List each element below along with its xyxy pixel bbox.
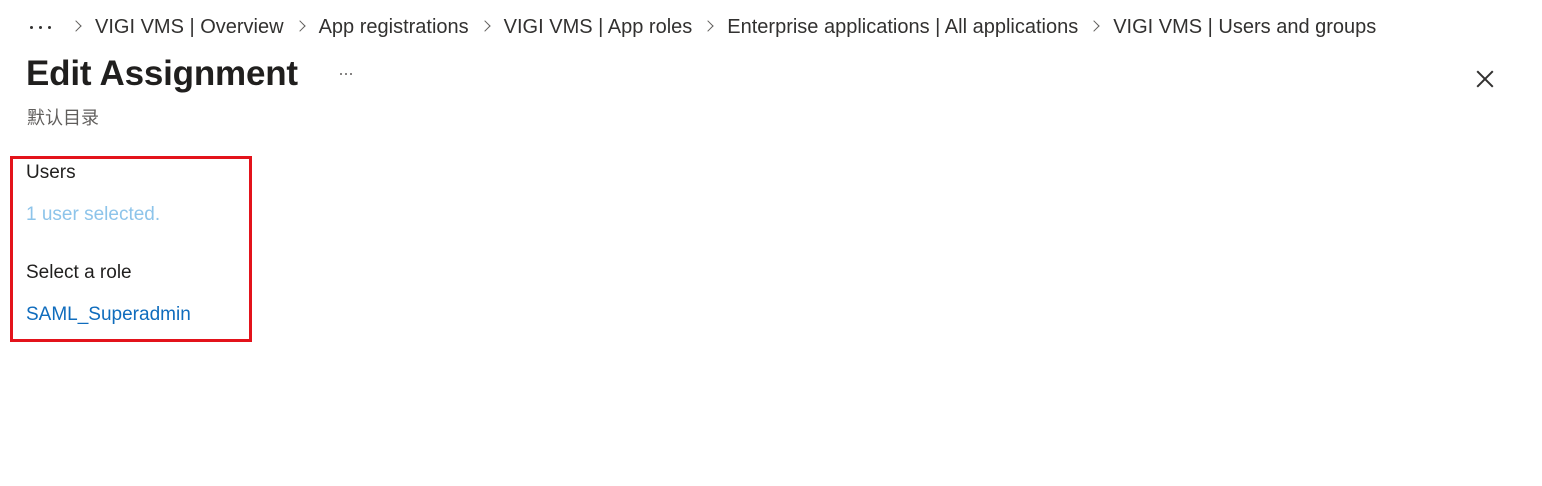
chevron-right-icon: [293, 20, 306, 32]
breadcrumb-item-enterprise-applications[interactable]: Enterprise applications | All applicatio…: [727, 16, 1078, 39]
breadcrumb-item-users-and-groups[interactable]: VIGI VMS | Users and groups: [1113, 16, 1376, 39]
chevron-right-icon: [702, 20, 714, 32]
chevron-right-icon: [478, 20, 491, 32]
users-label: Users: [26, 162, 76, 183]
page-subtitle: 默认目录: [27, 108, 99, 128]
chevron-right-icon: [70, 20, 82, 32]
breadcrumb-item-app-roles[interactable]: VIGI VMS | App roles: [504, 16, 693, 39]
close-icon[interactable]: [1470, 64, 1500, 94]
chevron-right-icon: [1088, 20, 1100, 32]
breadcrumb-more-icon[interactable]: [30, 12, 60, 42]
page-title: Edit Assignment: [26, 54, 298, 93]
breadcrumb: VIGI VMS | Overview App registrations VI…: [30, 12, 1376, 42]
breadcrumb-item-overview[interactable]: VIGI VMS | Overview: [95, 16, 284, 39]
breadcrumb-item-app-registrations[interactable]: App registrations: [319, 16, 469, 39]
users-selected-link[interactable]: 1 user selected.: [26, 204, 160, 226]
edit-assignment-page: VIGI VMS | Overview App registrations VI…: [0, 0, 1542, 486]
title-row: Edit Assignment: [26, 54, 352, 94]
more-options-icon[interactable]: [339, 64, 352, 84]
role-label: Select a role: [26, 262, 132, 283]
role-selected-link[interactable]: SAML_Superadmin: [26, 304, 191, 326]
